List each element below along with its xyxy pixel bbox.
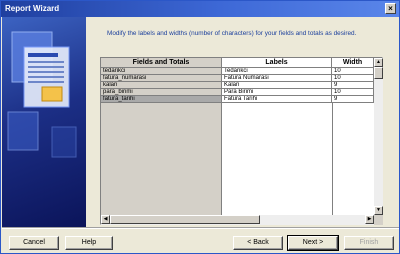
width-column-empty-area: [332, 103, 374, 215]
grid-header: Fields and Totals Labels Width: [101, 58, 374, 68]
label-cell[interactable]: Fatura Numarasi: [222, 75, 332, 82]
wizard-content: Modify the labels and widths (number of …: [87, 17, 399, 227]
arrow-up-icon: ▲: [376, 59, 381, 65]
horizontal-scroll-thumb[interactable]: [110, 215, 260, 224]
finish-button[interactable]: Finish: [344, 236, 394, 250]
next-button[interactable]: Next >: [287, 235, 339, 251]
field-name-cell: fatura_numarasi: [101, 75, 222, 82]
scroll-left-button[interactable]: ◀: [101, 215, 110, 224]
back-button[interactable]: < Back: [233, 236, 283, 250]
footer-divider: [2, 227, 399, 229]
header-width[interactable]: Width: [332, 58, 374, 68]
table-row-selected[interactable]: fatura_tarihi Fatura Tarihi 9: [101, 96, 374, 103]
help-button[interactable]: Help: [65, 236, 113, 250]
title-bar[interactable]: Report Wizard ×: [1, 1, 399, 17]
width-cell[interactable]: 9: [332, 82, 374, 89]
table-row[interactable]: tedarikci Tedarikci 10: [101, 68, 374, 75]
field-name-cell: kalan: [101, 82, 222, 89]
report-wizard-window: Report Wizard × Modify the labels and wi…: [0, 0, 400, 254]
cancel-button[interactable]: Cancel: [9, 236, 59, 250]
table-row[interactable]: fatura_numarasi Fatura Numarasi 10: [101, 75, 374, 82]
horizontal-scrollbar[interactable]: ◀ ▶: [101, 215, 374, 225]
close-button[interactable]: ×: [385, 3, 396, 14]
close-icon: ×: [388, 4, 393, 13]
vertical-scroll-thumb[interactable]: [374, 67, 383, 79]
vertical-scrollbar[interactable]: ▲ ▼: [374, 58, 383, 215]
field-name-cell: tedarikci: [101, 68, 222, 75]
header-labels[interactable]: Labels: [222, 58, 332, 68]
fields-grid: Fields and Totals Labels Width tedarikci…: [100, 57, 383, 225]
width-cell[interactable]: 10: [332, 75, 374, 82]
field-name-cell: para_birimi: [101, 89, 222, 96]
scroll-right-button[interactable]: ▶: [365, 215, 374, 224]
width-cell[interactable]: 10: [332, 89, 374, 96]
label-cell[interactable]: Tedarikci: [222, 68, 332, 75]
scroll-down-button[interactable]: ▼: [374, 206, 383, 215]
label-cell[interactable]: Fatura Tarihi: [222, 96, 332, 103]
instruction-text: Modify the labels and widths (number of …: [107, 30, 357, 37]
width-cell[interactable]: 10: [332, 68, 374, 75]
wizard-illustration: [2, 17, 86, 227]
arrow-left-icon: ◀: [103, 216, 108, 222]
arrow-right-icon: ▶: [367, 216, 372, 222]
grid-body: Fields and Totals Labels Width tedarikci…: [101, 58, 374, 215]
field-name-cell: fatura_tarihi: [101, 96, 222, 103]
fields-column-empty-area: [101, 103, 222, 215]
label-cell[interactable]: Para Birimi: [222, 89, 332, 96]
scrollbar-corner: [374, 215, 383, 225]
arrow-down-icon: ▼: [376, 207, 381, 213]
label-cell[interactable]: Kalan: [222, 82, 332, 89]
table-row[interactable]: kalan Kalan 9: [101, 82, 374, 89]
window-title: Report Wizard: [5, 4, 60, 13]
table-row[interactable]: para_birimi Para Birimi 10: [101, 89, 374, 96]
report-graphic-icon: [7, 31, 77, 158]
width-cell[interactable]: 9: [332, 96, 374, 103]
scroll-up-button[interactable]: ▲: [374, 58, 383, 67]
header-fields-and-totals[interactable]: Fields and Totals: [101, 58, 222, 68]
